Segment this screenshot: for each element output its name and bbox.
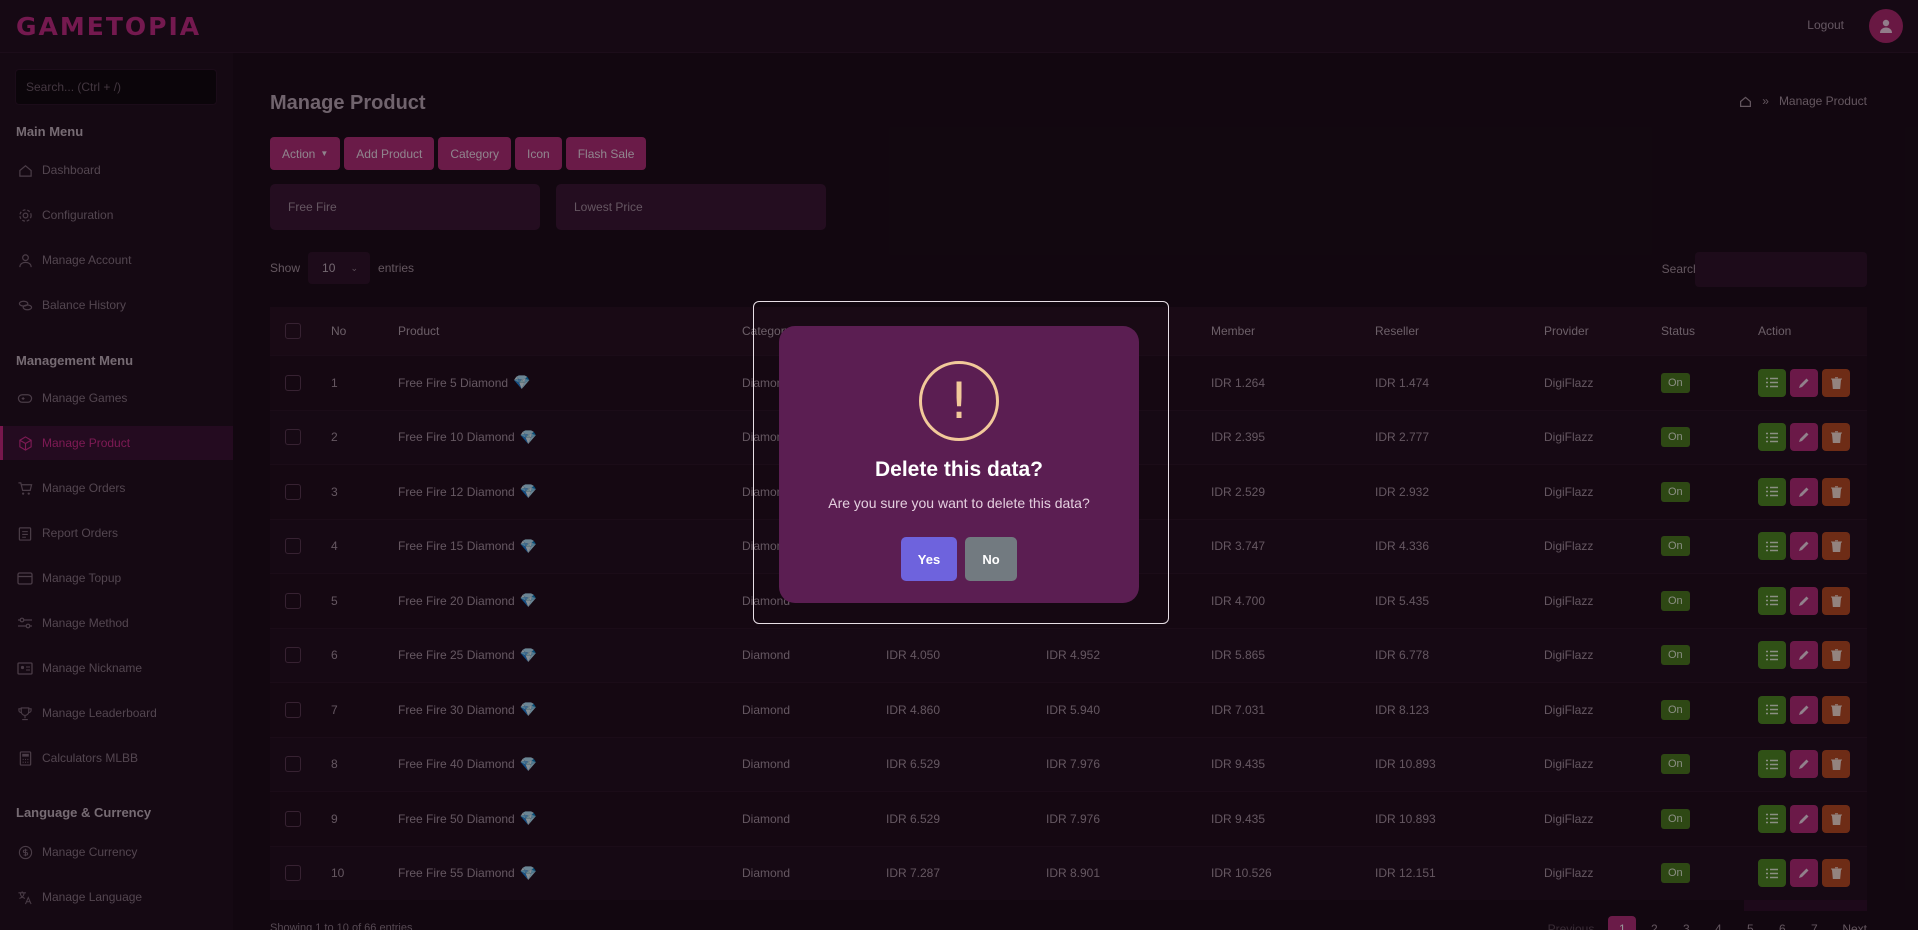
confirm-no-button[interactable]: No — [965, 537, 1017, 581]
delete-confirm-dialog: ! Delete this data? Are you sure you wan… — [779, 326, 1139, 603]
confirm-yes-button[interactable]: Yes — [901, 537, 957, 581]
warning-icon: ! — [919, 361, 999, 441]
dialog-title: Delete this data? — [874, 458, 1044, 481]
dialog-message: Are you sure you want to delete this dat… — [828, 495, 1090, 511]
